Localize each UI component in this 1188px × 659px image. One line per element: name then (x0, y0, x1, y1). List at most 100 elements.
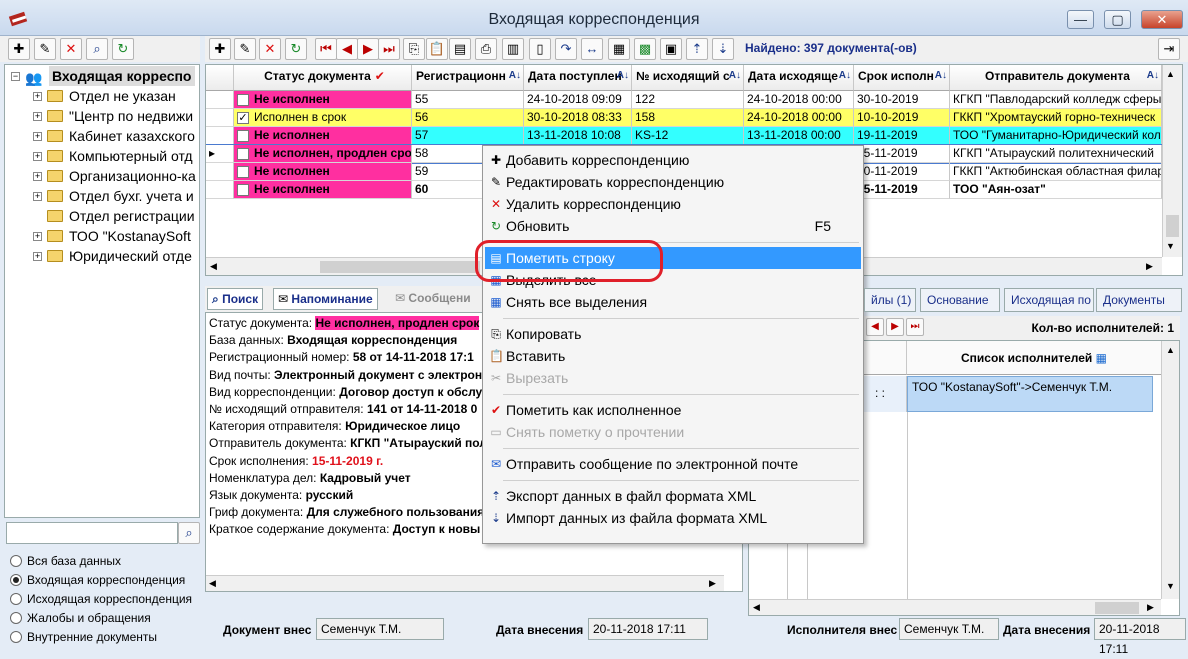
row-indicator[interactable] (206, 127, 234, 145)
scroll-down-icon[interactable]: ▼ (1166, 581, 1175, 591)
grid-header[interactable]: Отправитель документа A↓ (950, 65, 1162, 91)
menu-clear-all[interactable]: ▦ Снять все выделения (485, 291, 861, 313)
expand-icon[interactable]: + (33, 132, 42, 141)
grid-vscroll-thumb[interactable] (1166, 215, 1179, 237)
exit-icon[interactable]: ⇥ (1158, 38, 1180, 60)
radio-option[interactable]: Жалобы и обращения (10, 609, 200, 627)
radio-button[interactable] (10, 574, 22, 586)
row-indicator[interactable] (206, 91, 234, 109)
right-tab[interactable]: Основание (920, 288, 1000, 312)
next-exec-icon[interactable]: ▶ (886, 318, 904, 336)
table-row[interactable]: ✓ Исполнен в срок 56 30-10-2018 08:33 158 24-… (206, 109, 1166, 127)
scroll-right-icon[interactable]: ▶ (1146, 261, 1153, 272)
scroll-up-icon[interactable]: ▲ (1166, 69, 1175, 79)
radio-button[interactable] (10, 612, 22, 624)
sort-icon[interactable]: A↓ (839, 65, 851, 87)
scroll-left-icon[interactable]: ◀ (209, 578, 216, 589)
exec-row[interactable]: ТОО "KostanaySoft"->Семенчук Т.М. (907, 376, 1153, 412)
cell-in_date[interactable]: 24-10-2018 09:09 (524, 91, 632, 109)
edit-doc-icon[interactable]: ✎ (234, 38, 256, 60)
grid-vscroll[interactable]: ▲ ▼ (1162, 65, 1182, 257)
row-indicator[interactable] (206, 181, 234, 199)
tree-item[interactable]: + "Центр по недвижи (31, 106, 199, 126)
exec-hscroll-thumb[interactable] (1095, 602, 1139, 614)
minimize-button[interactable]: — (1067, 10, 1094, 29)
tree-item[interactable]: + Отдел бухг. учета и (31, 186, 199, 206)
table-row[interactable]: Не исполнен 55 24-10-2018 09:09 122 24-10-20… (206, 91, 1166, 109)
status-cell[interactable]: Не исполнен (234, 127, 412, 145)
collapse-icon[interactable]: − (11, 72, 20, 81)
expand-icon[interactable]: + (33, 232, 42, 241)
tree-item[interactable]: + ТОО "KostanaySoft (31, 226, 199, 246)
grid-header[interactable]: Срок исполн A↓ (854, 65, 950, 91)
copy-icon[interactable]: ⎘ (403, 38, 425, 60)
binoculars-icon[interactable]: ⌕ (86, 38, 108, 60)
grid-header[interactable]: Регистрационн A↓ (412, 65, 524, 91)
row-checkbox[interactable] (237, 130, 249, 142)
scroll-left-icon[interactable]: ◀ (753, 602, 760, 613)
cell-due[interactable]: 15-11-2019 (854, 145, 950, 163)
cell-sender[interactable]: ТОО "Гуманитарно-Юридический кол (950, 127, 1162, 145)
tree-item[interactable]: + Компьютерный отд (31, 146, 199, 166)
cell-reg[interactable]: 56 (412, 109, 524, 127)
sort-icon[interactable]: A↓ (1147, 65, 1159, 87)
grid-header[interactable]: Статус документа ✔ (234, 65, 412, 91)
menu-send-email[interactable]: ✉ Отправить сообщение по электронной почт… (485, 453, 861, 475)
tree-item[interactable]: + Организационно-ка (31, 166, 199, 186)
tab-reminder[interactable]: ✉ Напоминание (273, 288, 378, 310)
menu-import-xml[interactable]: ⇣ Импорт данных из файла формата XML (485, 507, 861, 529)
row-checkbox[interactable] (237, 184, 249, 196)
menu-cut[interactable]: ✂ Вырезать (485, 367, 861, 389)
cell-reg[interactable]: 55 (412, 91, 524, 109)
menu-paste[interactable]: 📋 Вставить (485, 345, 861, 367)
tab-messages[interactable]: ✉ Сообщени (391, 288, 475, 310)
fit-width-icon[interactable]: ↔ (581, 38, 603, 60)
cell-due[interactable]: 10-10-2019 (854, 109, 950, 127)
menu-delete[interactable]: ✕ Удалить корреспонденцию (485, 193, 861, 215)
status-cell[interactable]: Не исполнен (234, 91, 412, 109)
cell-due[interactable]: 19-11-2019 (854, 127, 950, 145)
cell-sender[interactable]: ТОО "Аян-озат" (950, 181, 1162, 199)
document-icon[interactable]: ▯ (529, 38, 551, 60)
add-doc-icon[interactable]: ✚ (209, 38, 231, 60)
grid-header[interactable]: Дата поступлен A↓ (524, 65, 632, 91)
tree-item[interactable]: + Отдел не указан (31, 86, 199, 106)
radio-button[interactable] (10, 631, 22, 643)
sort-icon[interactable]: A↓ (729, 65, 741, 87)
cell-in_date[interactable]: 30-10-2018 08:33 (524, 109, 632, 127)
archive-icon[interactable]: ▦ (608, 38, 630, 60)
radio-button[interactable] (10, 593, 22, 605)
sort-up-icon[interactable]: ⇡ (686, 38, 708, 60)
menu-mark-done[interactable]: ✔ Пометить как исполненное (485, 399, 861, 421)
print-icon[interactable]: ⎙ (475, 38, 497, 60)
status-cell[interactable]: Не исполнен (234, 181, 412, 199)
menu-export-xml[interactable]: ⇡ Экспорт данных в файл формата XML (485, 485, 861, 507)
excel-icon[interactable]: ▩ (634, 38, 656, 60)
exec-vscroll[interactable]: ▲ ▼ (1161, 341, 1179, 599)
cell-sender[interactable]: ГККП "Хромтауский горно-техническ (950, 109, 1162, 127)
redo-icon[interactable]: ↷ (555, 38, 577, 60)
prev-record-icon[interactable]: ◀ (336, 38, 358, 60)
paste-icon[interactable]: 📋 (426, 38, 448, 60)
cell-due[interactable]: 15-11-2019 (854, 181, 950, 199)
cell-reg[interactable]: 57 (412, 127, 524, 145)
tree-item[interactable]: + Кабинет казахского (31, 126, 199, 146)
radio-option[interactable]: Исходящая корреспонденция (10, 590, 200, 608)
grid-header[interactable]: № исходящий с A↓ (632, 65, 744, 91)
right-tab[interactable]: Исходящая по (1004, 288, 1094, 312)
sort-icon[interactable]: A↓ (509, 65, 521, 87)
refresh-icon[interactable]: ↻ (112, 38, 134, 60)
detail-hscroll[interactable]: ◀ ▶ (206, 575, 724, 591)
department-tree[interactable]: − 👥 Входящая корреспо + Отдел не указан + "… (4, 64, 200, 518)
radio-button[interactable] (10, 555, 22, 567)
row-checkbox[interactable] (237, 94, 249, 106)
right-tab[interactable]: йлы (1) (864, 288, 916, 312)
scroll-left-icon[interactable]: ◀ (210, 261, 217, 272)
menu-refresh[interactable]: ↻ Обновить F5 (485, 215, 861, 237)
tree-search-icon[interactable]: ⌕ (178, 522, 200, 544)
row-checkbox[interactable] (237, 148, 249, 160)
cell-sender[interactable]: КГКП "Атырауский политехнический (950, 145, 1162, 163)
expand-icon[interactable]: + (33, 192, 42, 201)
cell-out_no[interactable]: 158 (632, 109, 744, 127)
cell-due[interactable]: 20-11-2019 (854, 163, 950, 181)
